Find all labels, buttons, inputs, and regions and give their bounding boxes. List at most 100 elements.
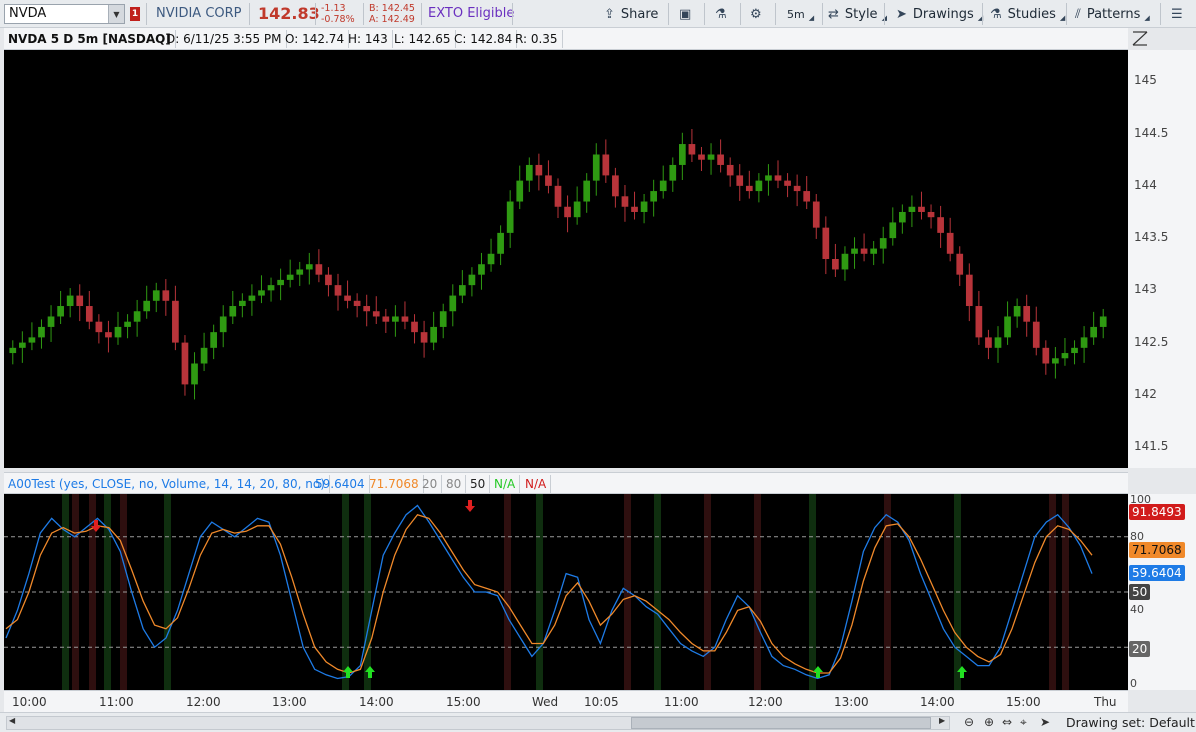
settings-button[interactable]: ⚙ [750,4,762,24]
study-value-upper: 80 [442,475,467,493]
oscillator-chart[interactable] [4,494,1128,690]
candle-body [162,290,170,301]
candle-body [325,274,332,286]
toolbar-divider [1066,3,1067,25]
percent-change: -0.78% [321,14,355,25]
toolbar-divider [363,3,364,25]
chart-symbol-description[interactable]: NVDA 5 D 5m [NASDAQ] [4,30,176,48]
candle-body [832,259,839,270]
candle-body [219,316,227,333]
candle-body [899,211,906,223]
study-value-blue: 59.6404 [311,475,370,493]
candle-body [975,306,983,338]
caret-down-icon: ◢ [1144,14,1150,22]
candle-body [525,164,533,181]
thinkorswim-chart-window: ▼ 1 NVIDIA CORP 142.83 -1.13 -0.78% B: 1… [0,0,1196,732]
company-name: NVIDIA CORP [156,6,242,21]
candle-body [124,321,131,327]
candle-body [908,206,916,212]
candle-body [841,253,849,270]
sell-arrow-icon [465,500,475,512]
candle-body [784,180,791,186]
horizontal-scrollbar[interactable]: ◀ ▶ [6,716,950,730]
fit-icon[interactable]: ⇔ [1002,715,1012,729]
drawings-button[interactable]: ➤ Drawings ◢ [896,4,983,24]
candle-body [679,144,686,165]
zoom-in-icon[interactable]: ⊕ [984,715,994,729]
candle-body [105,332,112,338]
candle-body [1071,347,1078,354]
candle-body [1052,358,1059,364]
candle-body [191,363,198,385]
lab-button[interactable]: ⚗ [715,4,727,24]
zoom-out-icon[interactable]: ⊖ [964,715,974,729]
candle-body [382,316,390,322]
bar-range: R: 0.35 [511,30,563,48]
time-tick-label: 14:00 [920,695,955,709]
chevron-down-icon[interactable]: ▼ [108,5,124,23]
net-change: -1.13 [321,3,346,14]
patterns-icon: ⫽ [1075,6,1081,22]
gear-icon: ⚙ [750,6,762,22]
bid-price: B: 142.45 [369,3,415,14]
candle-body [717,154,724,165]
menu-icon: ☰ [1171,6,1183,22]
cursor-icon: ➤ [896,6,907,22]
price-tick-label: 143 [1134,282,1157,297]
oscillator-pane[interactable] [4,494,1128,690]
candle-body [200,347,208,364]
candle-body [439,311,447,327]
timeframe-button[interactable]: 5m ◢ [787,4,814,24]
candlestick-chart[interactable] [4,50,1128,468]
candle-body [47,316,55,327]
candle-body [545,175,552,186]
symbol-selector[interactable]: ▼ [4,4,125,24]
bar-low: L: 142.65 [390,30,456,48]
pointer-icon[interactable]: ➤ [1040,715,1050,729]
alert-badge[interactable]: 1 [130,7,140,21]
candle-body [9,347,17,354]
menu-button[interactable]: ☰ [1171,4,1183,24]
price-chart-pane[interactable] [4,50,1128,468]
oscillator-axis[interactable]: 100806040200 91.8493 71.7068 59.6404 50 … [1128,493,1196,690]
candle-body [181,342,189,385]
maximize-icon[interactable] [1130,28,1150,50]
symbol-input[interactable] [9,6,105,21]
studies-button[interactable]: ⚗ Studies ◢ [990,4,1065,24]
candle-body [1032,321,1040,348]
candle-body [650,191,657,202]
time-axis[interactable]: 10:00 11:00 12:00 13:00 14:00 15:00 Wed 10:05 11… [4,690,1128,712]
study-name[interactable]: A00Test (yes, CLOSE, no, Volume, 14, 14,… [4,475,330,493]
candle-body [76,295,84,307]
patterns-button[interactable]: ⫽ Patterns ◢ [1075,4,1150,24]
candle-body [1080,337,1088,348]
scroll-left-icon[interactable]: ◀ [9,716,15,725]
scroll-right-icon[interactable]: ▶ [939,716,945,725]
style-button[interactable]: ⇄ Style ◢ [828,4,887,24]
candle-body [1013,306,1021,317]
time-tick-label: 12:00 [186,695,221,709]
candle-body [573,201,581,218]
candle-body [612,175,619,197]
crosshair-icon[interactable]: ⌖ [1020,715,1027,730]
candle-body [736,175,744,186]
snapshot-button[interactable]: ▣ [679,4,691,24]
bar-date: D: 6/11/25 3:55 PM [162,30,287,48]
candle-body [286,274,294,280]
candle-body [631,206,638,212]
time-tick-label: 13:00 [272,695,307,709]
exto-eligible-link[interactable]: EXTO Eligible [428,6,514,21]
price-tick-label: 145 [1134,73,1157,88]
style-icon: ⇄ [828,6,839,22]
drawing-set-label[interactable]: Drawing set: Default [1066,715,1195,730]
candle-body [516,180,524,202]
price-axis[interactable]: 145 144.5 144 143.5 143 142.5 142 141.5 [1128,50,1196,468]
scrollbar-thumb[interactable] [631,717,931,729]
share-button[interactable]: ⇪ Share [604,4,658,24]
candle-body [860,248,868,254]
flask-icon: ⚗ [990,6,1002,22]
toolbar-divider [421,3,422,25]
price-change: -1.13 -0.78% [321,3,355,25]
bar-close: C: 142.84 [450,30,518,48]
candle-body [143,300,151,312]
